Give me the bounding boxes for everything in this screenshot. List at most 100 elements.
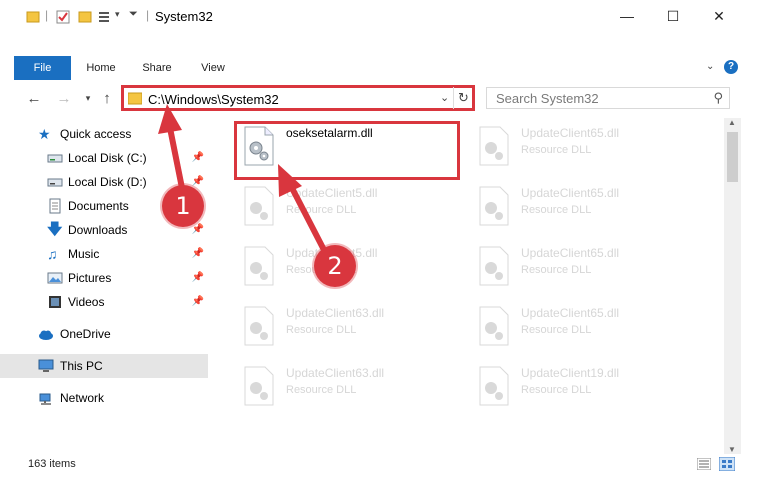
refresh-icon: ↻ [458,90,469,105]
pin-icon[interactable]: 📌 [192,296,204,307]
sidebar-item-pictures[interactable]: Pictures 📌 [0,266,208,290]
download-icon: 🡇 [47,221,63,238]
tab-file[interactable]: File [14,56,71,80]
file-item[interactable]: UpdateClient63.dll Resource DLL [238,302,458,354]
dll-file-icon [479,126,509,166]
file-type: Resource DLL [286,324,357,336]
document-icon [49,198,61,214]
item-count: 163 items [28,458,76,470]
cloud-icon [39,330,53,340]
file-item[interactable]: UpdateClient65.dll Resource DLL [473,302,693,354]
file-item[interactable]: UpdateClient65.dll Resource DLL [473,182,693,234]
separator: | [45,8,49,22]
file-item[interactable]: UpdateClient19.dll Resource DLL [473,362,693,414]
folder-icon [26,11,40,23]
file-type: Resource DLL [286,204,357,216]
file-type: Resource DLL [521,264,592,276]
pin-icon[interactable]: 📌 [192,224,204,235]
sidebar-item-local-disk-c[interactable]: Local Disk (C:) 📌 [0,146,208,170]
file-name: UpdateClient65.dll [521,306,620,320]
file-item[interactable]: UpdateClient65.dll Resource DLL [473,242,693,294]
chevron-down-icon[interactable]: ⌄ [440,91,449,104]
help-icon[interactable]: ? [724,60,738,74]
customize-toolbar-icon[interactable] [98,10,112,24]
file-name: UpdateClient19.dll [521,366,620,380]
tab-share[interactable]: Share [134,56,180,80]
file-item[interactable]: UpdateClient65.dll Resource DLL [473,122,693,174]
sidebar-item-videos[interactable]: Videos 📌 [0,290,208,314]
pin-icon[interactable]: 📌 [192,176,204,187]
status-bar: 163 items [0,452,769,476]
dropdown-arrow-icon[interactable]: ⏷ [129,8,138,21]
back-button[interactable]: ← [24,88,44,108]
pin-icon[interactable]: 📌 [192,272,204,283]
sidebar-item-music[interactable]: ♫ Music 📌 [0,242,208,266]
sidebar-item-this-pc[interactable]: This PC [0,354,208,378]
search-input[interactable]: Search System32 ⚲ [486,87,730,109]
file-type: Resource DLL [286,384,357,396]
tab-home[interactable]: Home [78,56,124,80]
file-type: Resource DLL [521,324,592,336]
minimize-button[interactable]: — [604,0,650,32]
file-item[interactable]: UpdateClient5.dll Resource DLL [238,182,458,234]
pin-icon[interactable]: 📌 [192,248,204,259]
properties-icon[interactable] [56,10,70,24]
file-name: UpdateClient65.dll [521,246,620,260]
folder-icon [128,92,142,105]
close-icon: ✕ [713,7,725,24]
callout-badge-1: 1 [162,185,204,227]
picture-icon [47,272,63,284]
refresh-button[interactable]: ↻ [453,87,473,109]
dll-file-icon [244,306,274,346]
address-row: ← → ▾ ↑ C:\Windows\System32 ⌄ ↻ Search S… [0,82,769,114]
up-button[interactable]: ↑ [97,88,117,108]
sidebar-item-quick-access[interactable]: ★ Quick access [0,122,208,146]
file-type: Resource DLL [521,204,592,216]
dll-file-icon [479,186,509,226]
window-title: System32 [155,9,213,24]
forward-button[interactable]: → [54,88,74,108]
music-icon: ♫ [47,246,58,262]
expand-ribbon-icon[interactable]: ⌄ [706,61,714,72]
title-bar: | ▾ ⏷ | System32 — ☐ ✕ [0,0,769,32]
scroll-up-icon[interactable]: ▲ [728,118,736,127]
search-icon: ⚲ [713,90,723,105]
vertical-scrollbar[interactable]: ▲ ▼ [724,118,741,454]
dll-file-icon [244,186,274,226]
pin-icon[interactable]: 📌 [192,152,204,163]
address-path: C:\Windows\System32 [148,92,279,107]
close-button[interactable]: ✕ [696,0,742,32]
dll-file-icon [479,306,509,346]
address-bar[interactable]: C:\Windows\System32 ⌄ [121,85,475,111]
dll-file-icon [244,366,274,406]
file-name: UpdateClient63.dll [286,366,385,380]
scrollbar-thumb[interactable] [727,132,738,182]
file-name: UpdateClient65.dll [521,186,620,200]
drive-icon [47,178,63,187]
file-highlight-frame [234,121,460,180]
file-name: UpdateClient63.dll [286,306,385,320]
callout-badge-2: 2 [314,245,356,287]
dll-file-icon [244,246,274,286]
ribbon-tabs: File Home Share View ⌄ ? [0,56,769,80]
sidebar-item-onedrive[interactable]: OneDrive [0,322,208,346]
minimize-icon: — [620,8,634,24]
arrow-left-icon: ← [26,89,42,107]
dll-file-icon [479,246,509,286]
maximize-button[interactable]: ☐ [650,0,696,32]
sidebar-item-network[interactable]: Network [0,386,208,410]
details-view-icon[interactable] [697,458,711,470]
chevron-down-icon: ▾ [85,92,91,103]
computer-icon [38,359,54,372]
new-folder-icon[interactable] [78,10,92,24]
recent-locations-button[interactable]: ▾ [78,88,98,108]
drive-icon [47,154,63,163]
separator: | [146,8,150,22]
large-icons-view-icon[interactable] [719,457,735,471]
chevron-down-icon[interactable]: ▾ [115,9,120,20]
file-name: UpdateClient5.dll [286,186,378,200]
arrow-up-icon: ↑ [103,89,111,107]
file-item[interactable]: UpdateClient63.dll Resource DLL [238,362,458,414]
tab-view[interactable]: View [190,56,236,80]
search-placeholder: Search System32 [496,91,599,106]
